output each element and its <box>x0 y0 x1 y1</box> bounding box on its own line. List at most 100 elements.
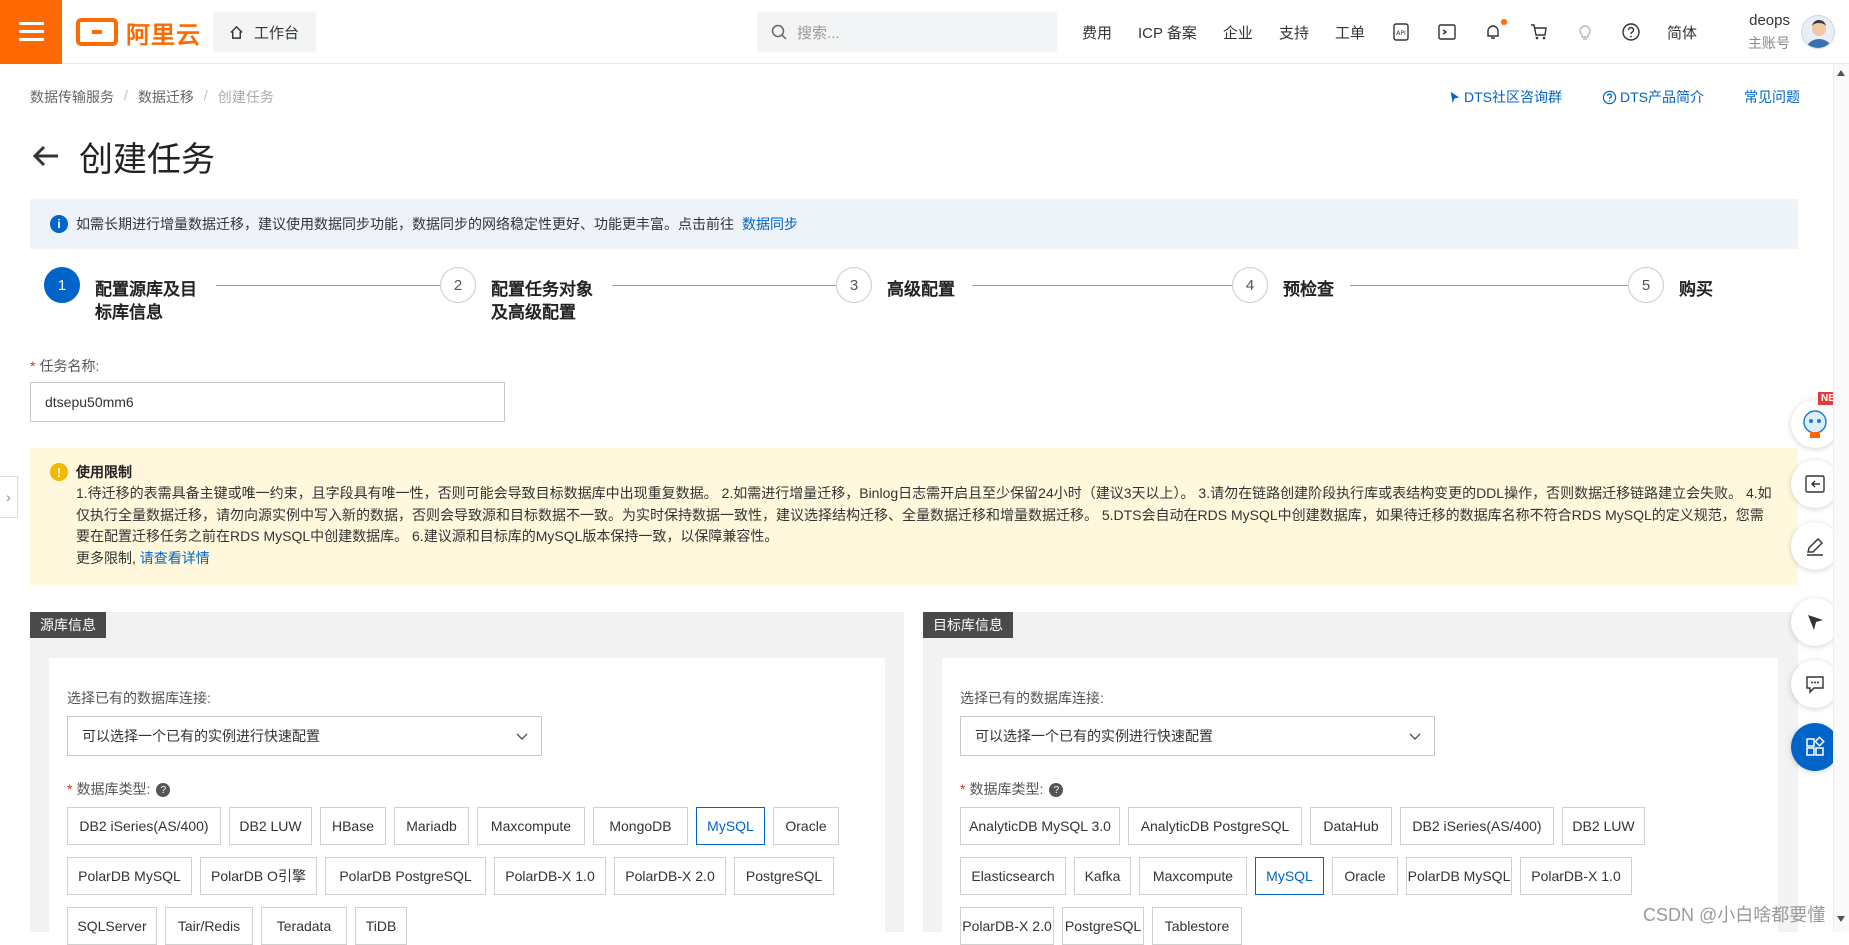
task-name-input[interactable]: dtsepu50mm6 <box>30 382 505 422</box>
terminal-icon[interactable] <box>1437 22 1457 42</box>
target-conn-placeholder: 可以选择一个已有的实例进行快速配置 <box>975 728 1213 744</box>
source-panel-body: 选择已有的数据库连接: 可以选择一个已有的实例进行快速配置 * 数据库类型:? D… <box>49 658 885 945</box>
vertical-scrollbar[interactable] <box>1833 64 1849 932</box>
source-db-postgresql[interactable]: PostgreSQL <box>734 857 834 895</box>
scroll-down-arrow-icon[interactable] <box>1837 916 1845 922</box>
source-db-oracle[interactable]: Oracle <box>773 807 839 845</box>
scroll-up-arrow-icon[interactable] <box>1837 70 1845 76</box>
source-conn-placeholder: 可以选择一个已有的实例进行快速配置 <box>82 728 320 744</box>
target-db-maxcompute[interactable]: Maxcompute <box>1139 857 1247 895</box>
source-db-tair-redis[interactable]: Tair/Redis <box>165 907 253 945</box>
source-conn-label: 选择已有的数据库连接: <box>67 690 211 706</box>
step-5-circle: 5 <box>1628 267 1664 303</box>
language-switch[interactable]: 简体 <box>1667 22 1697 43</box>
target-db-db2-luw[interactable]: DB2 LUW <box>1562 807 1645 845</box>
nav-link-billing[interactable]: 费用 <box>1082 22 1112 43</box>
bell-icon[interactable] <box>1483 19 1507 42</box>
source-db-polardb-postgresql[interactable]: PolarDB PostgreSQL <box>325 857 486 895</box>
source-db-mongodb[interactable]: MongoDB <box>593 807 688 845</box>
target-db-postgresql[interactable]: PostgreSQL <box>1062 907 1144 945</box>
target-db-elasticsearch[interactable]: Elasticsearch <box>960 857 1066 895</box>
step-connector <box>216 285 469 286</box>
help-icon[interactable]: ? <box>156 783 171 798</box>
apps-grid-icon <box>1806 736 1825 756</box>
target-db-polardb-x1[interactable]: PolarDB-X 1.0 <box>1520 857 1632 895</box>
feedback-panel-button[interactable] <box>1791 460 1839 508</box>
aliyun-logo[interactable]: 阿里云 <box>76 14 201 50</box>
source-dbtype-label: * 数据库类型:? <box>67 779 171 799</box>
user-role: 主账号 <box>1748 35 1790 51</box>
step-2-circle: 2 <box>440 267 476 303</box>
source-db-sqlserver[interactable]: SQLServer <box>67 907 157 945</box>
target-db-kafka[interactable]: Kafka <box>1074 857 1131 895</box>
cart-icon[interactable] <box>1529 22 1549 42</box>
search-input[interactable]: 搜索... <box>757 12 1057 52</box>
target-db-mysql[interactable]: MySQL <box>1255 857 1324 895</box>
breadcrumb-migration[interactable]: 数据迁移 <box>138 87 194 107</box>
target-db-datahub[interactable]: DataHub <box>1310 807 1392 845</box>
target-db-oracle[interactable]: Oracle <box>1332 857 1398 895</box>
nav-link-icp[interactable]: ICP 备案 <box>1138 22 1197 43</box>
nav-link-ticket[interactable]: 工单 <box>1335 22 1365 43</box>
source-db-polardb-o[interactable]: PolarDB O引擎 <box>200 857 317 895</box>
target-conn-select[interactable]: 可以选择一个已有的实例进行快速配置 <box>960 716 1435 756</box>
source-db-polardb-x1[interactable]: PolarDB-X 1.0 <box>494 857 606 895</box>
breadcrumb-dts[interactable]: 数据传输服务 <box>30 87 114 107</box>
target-db-polardb-mysql[interactable]: PolarDB MySQL <box>1406 857 1512 895</box>
step-connector <box>972 285 1261 286</box>
source-db-tidb[interactable]: TiDB <box>355 907 407 945</box>
api-icon[interactable]: API <box>1391 22 1411 42</box>
source-db-maxcompute[interactable]: Maxcompute <box>477 807 585 845</box>
target-db-polardb-x2[interactable]: PolarDB-X 2.0 <box>960 907 1054 945</box>
source-db-hbase[interactable]: HBase <box>320 807 386 845</box>
required-mark: * <box>30 358 36 374</box>
robot-icon <box>1803 410 1827 438</box>
product-intro-link[interactable]: DTS产品简介 <box>1602 87 1704 107</box>
top-nav-bar: 阿里云 工作台 搜索... 费用 ICP 备案 企业 支持 工单 API 简体 … <box>0 0 1849 64</box>
source-db-db2-iseries[interactable]: DB2 iSeries(AS/400) <box>67 807 221 845</box>
target-db-db2-iseries[interactable]: DB2 iSeries(AS/400) <box>1400 807 1554 845</box>
source-db-db2-luw[interactable]: DB2 LUW <box>229 807 312 845</box>
question-circle-icon <box>1602 90 1617 104</box>
target-db-tablestore[interactable]: Tablestore <box>1152 907 1242 945</box>
source-db-mariadb[interactable]: Mariadb <box>394 807 469 845</box>
faq-link[interactable]: 常见问题 <box>1744 87 1800 107</box>
avatar[interactable] <box>1801 15 1835 49</box>
user-name: deops <box>1749 12 1790 29</box>
target-dbtype-label: * 数据库类型:? <box>960 779 1064 799</box>
workbench-button[interactable]: 工作台 <box>213 12 316 52</box>
view-details-link[interactable]: 请查看详情 <box>140 550 210 566</box>
account-info[interactable]: deops 主账号 <box>1738 12 1790 53</box>
target-db-adb-mysql[interactable]: AnalyticDB MySQL 3.0 <box>960 807 1120 845</box>
back-arrow-icon[interactable] <box>30 140 62 172</box>
step-indicator: 1 配置源库及目 标库信息 2 配置任务对象 及高级配置 3 高级配置 4 预检查 … <box>44 267 1764 327</box>
help-icon[interactable]: ? <box>1049 783 1064 798</box>
source-db-polardb-mysql[interactable]: PolarDB MySQL <box>67 857 192 895</box>
source-db-polardb-x2[interactable]: PolarDB-X 2.0 <box>614 857 726 895</box>
apps-button[interactable] <box>1791 723 1839 771</box>
pin-button[interactable] <box>1791 598 1839 646</box>
required-mark: * <box>67 781 73 797</box>
chat-icon <box>1806 676 1824 694</box>
assistant-bot-button[interactable] <box>1791 400 1839 448</box>
notice-text: 如需长期进行增量数据迁移，建议使用数据同步功能，数据同步的网络稳定性更好、功能更… <box>76 216 734 232</box>
sidebar-expand-tab[interactable]: › <box>0 476 18 518</box>
target-db-adb-postgresql[interactable]: AnalyticDB PostgreSQL <box>1128 807 1302 845</box>
nav-link-enterprise[interactable]: 企业 <box>1223 22 1253 43</box>
source-conn-select[interactable]: 可以选择一个已有的实例进行快速配置 <box>67 716 542 756</box>
source-db-mysql[interactable]: MySQL <box>696 807 765 845</box>
chat-button[interactable] <box>1791 660 1839 708</box>
menu-icon[interactable] <box>0 0 62 64</box>
step-5-label: 购买 <box>1679 280 1713 299</box>
source-db-teradata[interactable]: Teradata <box>261 907 347 945</box>
data-sync-link[interactable]: 数据同步 <box>742 214 798 234</box>
step-1-line2: 标库信息 <box>95 303 163 322</box>
lightbulb-icon[interactable] <box>1575 22 1595 42</box>
nav-link-support[interactable]: 支持 <box>1279 22 1309 43</box>
help-icon[interactable] <box>1621 22 1641 42</box>
search-placeholder: 搜索... <box>797 24 840 42</box>
community-link[interactable]: DTS社区咨询群 <box>1448 87 1562 107</box>
pin-icon <box>1450 91 1460 103</box>
edit-button[interactable] <box>1791 522 1839 570</box>
step-1-circle: 1 <box>44 267 80 303</box>
